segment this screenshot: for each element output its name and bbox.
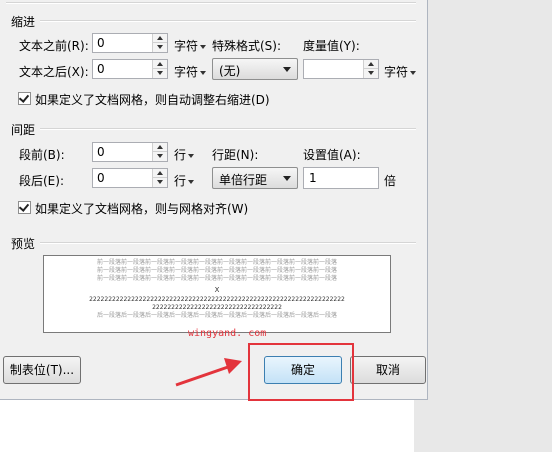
top-separator xyxy=(6,2,416,4)
checkmark-icon xyxy=(18,201,30,212)
special-format-value: (无) xyxy=(219,64,241,78)
spin-down-icon[interactable] xyxy=(364,69,378,78)
preview-next-line: 后一段落后一段落后一段落后一段落后一段落后一段落后一段落后一段落后一段落后一段落 xyxy=(96,312,337,319)
measure-label: 度量值(Y): xyxy=(303,39,360,53)
spacing-before-value: 0 xyxy=(97,145,105,159)
preview-prev-line: 前一段落前一段落前一段落前一段落前一段落前一段落前一段落前一段落前一段落前一段落 xyxy=(96,275,337,282)
line-spacing-value: 单倍行距 xyxy=(219,173,268,187)
line-spacing-label: 行距(N): xyxy=(212,148,259,162)
spin-down-icon[interactable] xyxy=(153,69,167,78)
preview-current-line: 2222222222222222222222222222222222 xyxy=(152,304,282,311)
preview-pane: 前一段落前一段落前一段落前一段落前一段落前一段落前一段落前一段落前一段落前一段落… xyxy=(43,255,391,333)
measure-unit-dropdown[interactable]: 字符 xyxy=(384,63,417,80)
setting-value-text: 1 xyxy=(309,171,317,185)
indent-before-unit-dropdown[interactable]: 字符 xyxy=(174,37,207,54)
spin-up-icon[interactable] xyxy=(153,169,167,178)
indent-after-value: 0 xyxy=(97,62,105,76)
caret-down-icon xyxy=(410,70,417,75)
indent-after-spinner[interactable]: 0 xyxy=(92,59,168,79)
preview-section-title: 预览 xyxy=(11,237,36,251)
indent-section-title: 缩进 xyxy=(11,15,36,29)
spacing-before-label: 段前(B): xyxy=(19,148,65,162)
highlight-frame xyxy=(248,343,354,401)
background-area xyxy=(0,400,414,452)
red-arrow-icon xyxy=(175,358,242,387)
special-format-label: 特殊格式(S): xyxy=(212,39,282,53)
indent-after-unit-dropdown[interactable]: 字符 xyxy=(174,63,207,80)
spacing-after-label: 段后(E): xyxy=(19,174,64,188)
spin-down-icon[interactable] xyxy=(153,178,167,187)
caret-down-icon xyxy=(188,153,195,158)
preview-prev-line: 前一段落前一段落前一段落前一段落前一段落前一段落前一段落前一段落前一段落前一段落 xyxy=(96,267,337,274)
auto-adjust-checkbox[interactable] xyxy=(18,92,31,105)
snap-grid-checkbox[interactable] xyxy=(18,201,31,214)
cancel-button[interactable]: 取消 xyxy=(350,356,426,384)
watermark-text: wingyand. com xyxy=(188,328,267,339)
background-strip xyxy=(414,0,552,452)
spin-up-icon[interactable] xyxy=(364,60,378,69)
special-format-select[interactable]: (无) xyxy=(212,58,298,80)
spacing-separator xyxy=(40,128,416,130)
preview-separator xyxy=(40,242,416,244)
tabs-button[interactable]: 制表位(T)... xyxy=(3,356,81,384)
setting-value-label: 设置值(A): xyxy=(303,148,361,162)
caret-down-icon xyxy=(188,179,195,184)
spacing-after-value: 0 xyxy=(97,171,105,185)
caret-down-icon xyxy=(200,70,207,75)
spacing-section-title: 间距 xyxy=(11,123,36,137)
spacing-before-spinner[interactable]: 0 xyxy=(92,142,168,162)
caret-down-icon xyxy=(200,44,207,49)
snap-grid-label: 如果定义了文档网格，则与网格对齐(W) xyxy=(35,202,249,216)
spin-up-icon[interactable] xyxy=(153,60,167,69)
spacing-before-unit-dropdown[interactable]: 行 xyxy=(174,146,195,163)
preview-marker: X xyxy=(214,286,220,294)
spin-down-icon[interactable] xyxy=(153,152,167,161)
measure-spinner[interactable] xyxy=(303,59,379,79)
measure-unit: 字符 xyxy=(384,65,409,79)
indent-before-label: 文本之前(R): xyxy=(19,39,89,53)
preview-prev-line: 前一段落前一段落前一段落前一段落前一段落前一段落前一段落前一段落前一段落前一段落 xyxy=(96,259,337,266)
indent-after-label: 文本之后(X): xyxy=(19,65,89,79)
setting-value-input[interactable]: 1 xyxy=(303,167,379,189)
dropdown-arrow-icon xyxy=(283,67,291,72)
preview-current-line: 2222222222222222222222222222222222222222… xyxy=(89,296,345,303)
spacing-before-unit: 行 xyxy=(174,148,187,162)
spacing-after-spinner[interactable]: 0 xyxy=(92,168,168,188)
spacing-after-unit: 行 xyxy=(174,174,187,188)
checkmark-icon xyxy=(18,92,30,103)
indent-separator xyxy=(40,20,416,22)
line-spacing-select[interactable]: 单倍行距 xyxy=(212,167,298,189)
spin-up-icon[interactable] xyxy=(153,34,167,43)
indent-before-unit: 字符 xyxy=(174,39,199,53)
dropdown-arrow-icon xyxy=(283,176,291,181)
indent-after-unit: 字符 xyxy=(174,65,199,79)
indent-before-spinner[interactable]: 0 xyxy=(92,33,168,53)
setting-unit: 倍 xyxy=(384,174,397,188)
spin-down-icon[interactable] xyxy=(153,43,167,52)
paragraph-dialog: 缩进 文本之前(R): 0 字符 特殊格式(S): 度量值(Y): 文本之后(X… xyxy=(0,0,428,400)
spin-up-icon[interactable] xyxy=(153,143,167,152)
auto-adjust-label: 如果定义了文档网格，则自动调整右缩进(D) xyxy=(35,93,270,107)
spacing-after-unit-dropdown[interactable]: 行 xyxy=(174,172,195,189)
indent-before-value: 0 xyxy=(97,36,105,50)
